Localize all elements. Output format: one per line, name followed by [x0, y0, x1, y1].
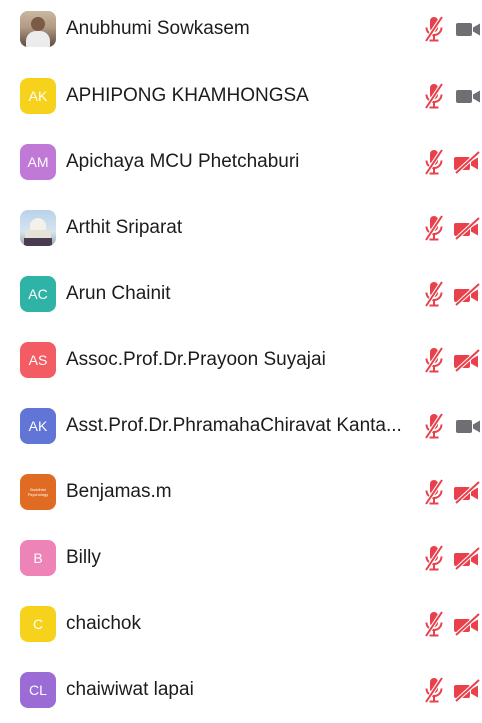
avatar: AC: [20, 276, 56, 312]
avatar: [20, 210, 56, 246]
avatar: C: [20, 606, 56, 642]
mic-muted-icon: [422, 544, 446, 572]
mic-muted-icon: [422, 610, 446, 638]
participant-name: Billy: [66, 547, 101, 568]
participant-list: Anubhumi Sowkasem AK APHIPONG KHAMHONGSA …: [0, 0, 482, 708]
mic-muted-icon: [422, 676, 446, 704]
video-camera-icon: [452, 17, 482, 41]
mic-muted-icon: [422, 214, 446, 242]
participant-name: Arun Chainit: [66, 283, 171, 304]
video-camera-icon: [452, 414, 482, 438]
participant-row[interactable]: Arthit Sriparat: [0, 195, 482, 261]
participant-name: Benjamas.m: [66, 481, 172, 502]
participant-name: chaichok: [66, 613, 141, 634]
participant-name: Asst.Prof.Dr.PhramahaChiravat Kanta...: [66, 415, 402, 436]
video-off-icon: [452, 480, 482, 504]
avatar: Buddhist Psychology: [20, 474, 56, 510]
video-off-icon: [452, 216, 482, 240]
avatar: AS: [20, 342, 56, 378]
mic-muted-icon: [422, 346, 446, 374]
participant-row[interactable]: AS Assoc.Prof.Dr.Prayoon Suyajai: [0, 327, 482, 393]
participant-name: APHIPONG KHAMHONGSA: [66, 85, 309, 106]
mic-muted-icon: [422, 412, 446, 440]
video-off-icon: [452, 546, 482, 570]
avatar: B: [20, 540, 56, 576]
participant-row[interactable]: CL chaiwiwat lapai: [0, 657, 482, 723]
video-off-icon: [452, 678, 482, 702]
avatar: [20, 11, 56, 47]
video-off-icon: [452, 612, 482, 636]
participant-row[interactable]: Anubhumi Sowkasem: [0, 0, 482, 62]
avatar: AK: [20, 78, 56, 114]
video-off-icon: [452, 282, 482, 306]
participant-name: Anubhumi Sowkasem: [66, 18, 250, 39]
participant-name: Apichaya MCU Phetchaburi: [66, 151, 300, 172]
video-camera-icon: [452, 84, 482, 108]
mic-muted-icon: [422, 15, 446, 43]
participant-row[interactable]: B Billy: [0, 525, 482, 591]
participant-row[interactable]: Cchaichok: [0, 591, 482, 657]
participant-name: Assoc.Prof.Dr.Prayoon Suyajai: [66, 349, 326, 370]
avatar: AM: [20, 144, 56, 180]
participant-row[interactable]: AM Apichaya MCU Phetchaburi: [0, 129, 482, 195]
participant-row[interactable]: AC Arun Chainit: [0, 261, 482, 327]
video-off-icon: [452, 150, 482, 174]
mic-muted-icon: [422, 148, 446, 176]
mic-muted-icon: [422, 82, 446, 110]
video-off-icon: [452, 348, 482, 372]
avatar: CL: [20, 672, 56, 708]
mic-muted-icon: [422, 478, 446, 506]
avatar: AK: [20, 408, 56, 444]
participant-row[interactable]: AK Asst.Prof.Dr.PhramahaChiravat Kanta...: [0, 393, 482, 459]
participant-row[interactable]: AK APHIPONG KHAMHONGSA: [0, 63, 482, 129]
participant-row[interactable]: Buddhist Psychology Benjamas.m: [0, 459, 482, 525]
participant-name: Arthit Sriparat: [66, 217, 183, 238]
mic-muted-icon: [422, 280, 446, 308]
